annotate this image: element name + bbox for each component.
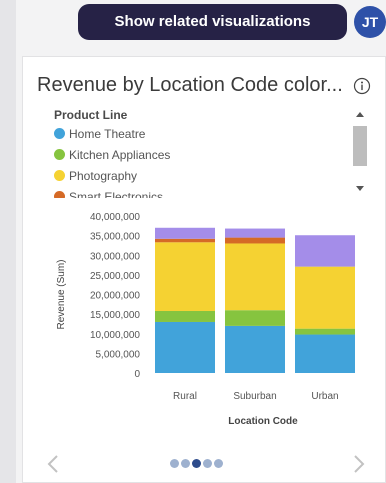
pagination-dot[interactable]: [170, 459, 179, 468]
bar-segment: [225, 243, 285, 311]
pagination-dot[interactable]: [181, 459, 190, 468]
y-tick-label: 10,000,000: [90, 330, 140, 341]
x-tick-label: Rural: [173, 391, 197, 402]
pagination-dot[interactable]: [203, 459, 212, 468]
bar-segment: [225, 325, 285, 373]
pagination-dot[interactable]: [192, 459, 201, 468]
bar-segment: [155, 238, 215, 243]
y-tick-label: 30,000,000: [90, 251, 140, 262]
y-tick-label: 0: [134, 369, 140, 380]
x-tick-label: Urban: [311, 391, 338, 402]
pagination-dot[interactable]: [214, 459, 223, 468]
bar-segment: [155, 321, 215, 373]
chevron-left-icon[interactable]: [44, 452, 62, 476]
y-tick-label: 15,000,000: [90, 310, 140, 321]
y-tick-label: 5,000,000: [96, 349, 141, 360]
bar-segment: [155, 227, 215, 239]
y-tick-label: 35,000,000: [90, 232, 140, 243]
stacked-bar-chart: 0 5,000,000 10,000,000 15,000,000 20,000,000…: [56, 212, 355, 427]
y-axis-label: Revenue (Sum): [56, 259, 67, 329]
bar-segment: [295, 334, 355, 373]
y-tick-label: 40,000,000: [90, 212, 140, 223]
bar-segment: [225, 237, 285, 244]
chevron-right-icon[interactable]: [350, 452, 368, 476]
bar-segment: [225, 228, 285, 238]
bar-segment: [225, 310, 285, 326]
bar-segment: [155, 242, 215, 311]
y-tick-label: 25,000,000: [90, 271, 140, 282]
x-axis-label: Location Code: [228, 416, 298, 427]
bar-segment: [295, 266, 355, 329]
x-tick-label: Suburban: [233, 391, 276, 402]
bar-segment: [295, 328, 355, 335]
bar-segment: [295, 235, 355, 267]
bar-segment: [155, 310, 215, 322]
y-tick-label: 20,000,000: [90, 291, 140, 302]
